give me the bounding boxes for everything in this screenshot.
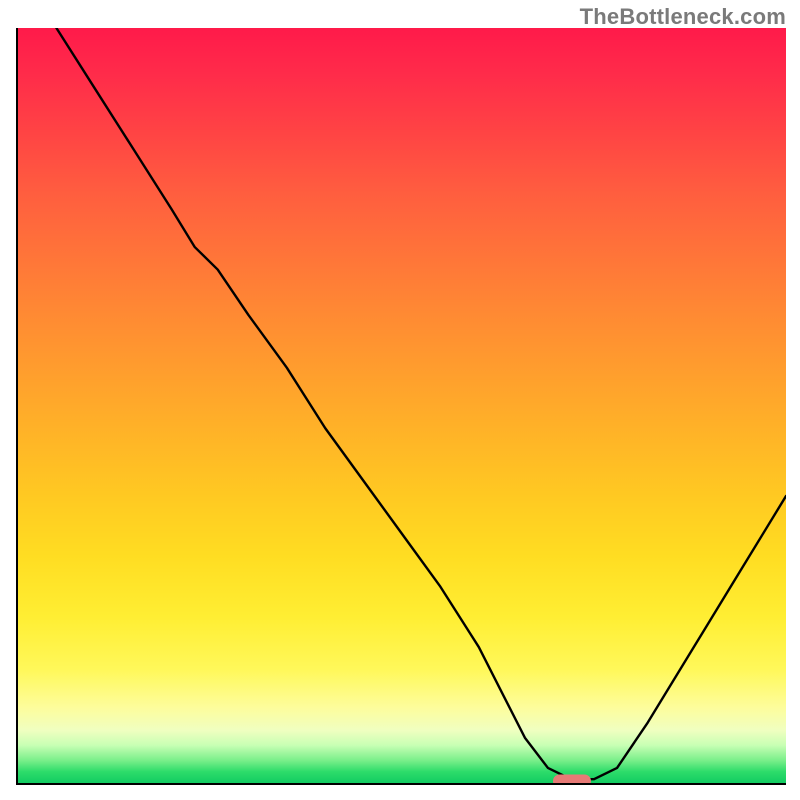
bottleneck-chart: TheBottleneck.com [0, 0, 800, 800]
curve-svg [18, 28, 786, 783]
optimum-marker [553, 775, 591, 785]
bottleneck-curve-path [56, 28, 786, 779]
plot-area [16, 28, 786, 785]
watermark-text: TheBottleneck.com [580, 4, 786, 30]
